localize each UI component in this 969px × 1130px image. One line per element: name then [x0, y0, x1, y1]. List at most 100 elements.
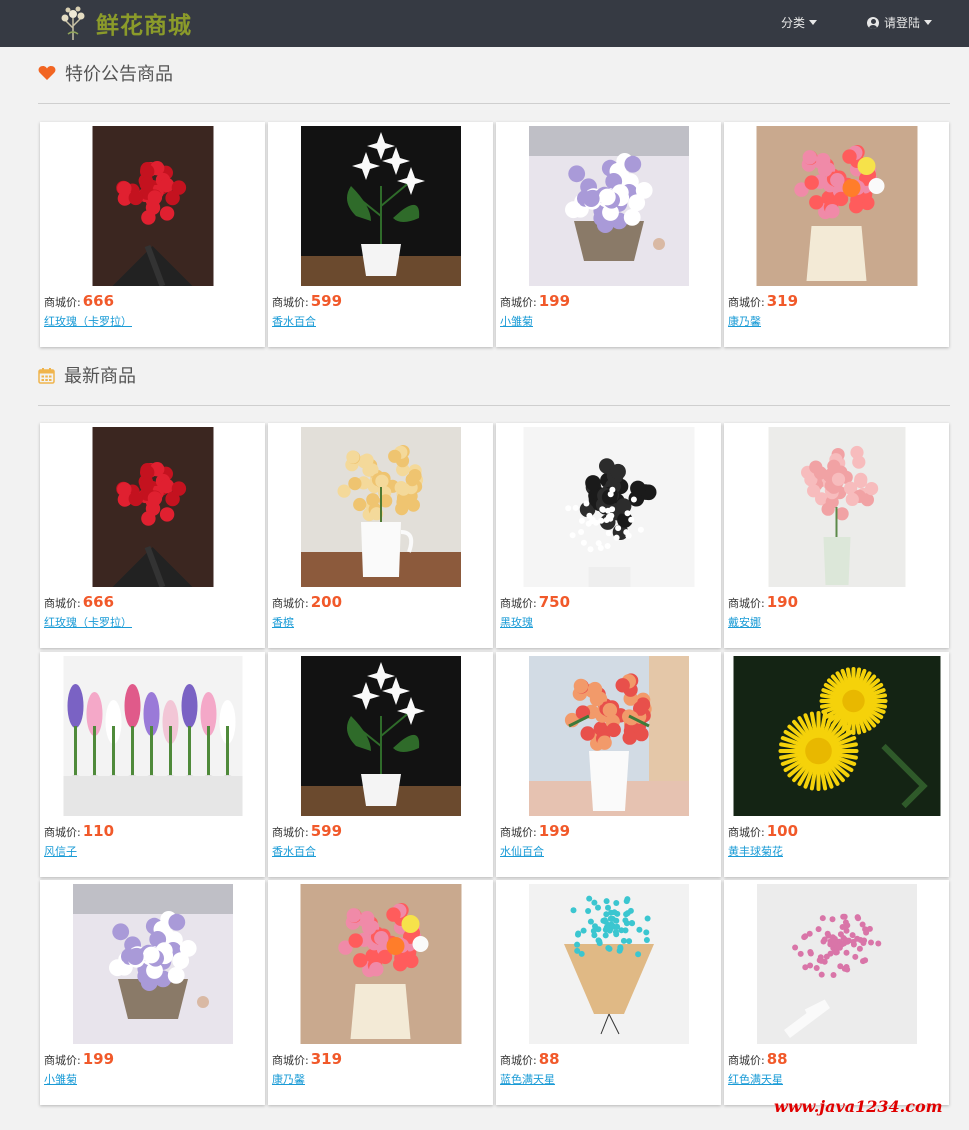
- product-price: 666: [82, 593, 115, 611]
- caret-down-icon: [924, 20, 933, 25]
- price-label: 商城价:: [728, 1054, 765, 1067]
- heart-icon: [38, 66, 56, 80]
- price-row: 商城价: 100: [728, 822, 798, 840]
- latest-divider: [38, 405, 950, 406]
- price-label: 商城价:: [728, 597, 765, 610]
- price-row: 商城价: 199: [500, 292, 570, 310]
- featured-title: 特价公告商品: [65, 64, 173, 85]
- price-label: 商城价:: [728, 296, 765, 309]
- product-image[interactable]: [523, 427, 694, 587]
- price-row: 商城价: 666: [44, 292, 114, 310]
- product-card[interactable]: 商城价: 750 黑玫瑰: [496, 423, 721, 648]
- latest-title: 最新商品: [64, 366, 136, 387]
- category-dropdown[interactable]: 分类: [781, 14, 818, 31]
- brand[interactable]: 鲜花商城: [56, 4, 192, 42]
- product-price: 88: [766, 1050, 788, 1068]
- product-name-link[interactable]: 香水百合: [272, 843, 316, 859]
- login-dropdown[interactable]: 请登陆: [867, 14, 933, 31]
- product-name-link[interactable]: 蓝色满天星: [500, 1071, 555, 1087]
- product-name-link[interactable]: 小雏菊: [44, 1071, 77, 1087]
- product-card[interactable]: 商城价: 199 小雏菊: [40, 880, 265, 1105]
- price-label: 商城价:: [500, 1054, 537, 1067]
- product-card[interactable]: 商城价: 100 黄丰球菊花: [724, 652, 949, 877]
- product-name-link[interactable]: 红玫瑰（卡罗拉）: [44, 313, 132, 329]
- price-row: 商城价: 750: [500, 593, 570, 611]
- price-label: 商城价:: [500, 296, 537, 309]
- latest-section-header: 最新商品: [38, 362, 136, 388]
- product-price: 599: [310, 292, 343, 310]
- product-image[interactable]: [733, 656, 940, 816]
- product-name-link[interactable]: 水仙百合: [500, 843, 544, 859]
- price-label: 商城价:: [272, 296, 309, 309]
- product-name-link[interactable]: 黑玫瑰: [500, 614, 533, 630]
- product-name-link[interactable]: 红玫瑰（卡罗拉）: [44, 614, 132, 630]
- product-image[interactable]: [300, 126, 461, 286]
- product-image[interactable]: [72, 884, 233, 1044]
- product-name-link[interactable]: 小雏菊: [500, 313, 533, 329]
- product-card[interactable]: 商城价: 666 红玫瑰（卡罗拉）: [40, 423, 265, 648]
- calendar-icon: [38, 367, 55, 384]
- product-image[interactable]: [92, 427, 213, 587]
- product-card[interactable]: 商城价: 88 红色满天星: [724, 880, 949, 1105]
- product-card[interactable]: 商城价: 599 香水百合: [268, 652, 493, 877]
- product-image[interactable]: [92, 126, 213, 286]
- price-row: 商城价: 190: [728, 593, 798, 611]
- product-image[interactable]: [528, 656, 689, 816]
- product-price: 599: [310, 822, 343, 840]
- product-card[interactable]: 商城价: 319 康乃馨: [724, 122, 949, 347]
- product-name-link[interactable]: 康乃馨: [272, 1071, 305, 1087]
- product-price: 199: [538, 292, 571, 310]
- navbar: 鲜花商城 分类 请登陆: [0, 0, 969, 47]
- product-name-link[interactable]: 康乃馨: [728, 313, 761, 329]
- product-price: 199: [82, 1050, 115, 1068]
- product-price: 319: [766, 292, 799, 310]
- product-image[interactable]: [528, 126, 689, 286]
- price-row: 商城价: 200: [272, 593, 342, 611]
- featured-divider: [38, 103, 950, 104]
- product-image[interactable]: [300, 884, 461, 1044]
- price-row: 商城价: 110: [44, 822, 114, 840]
- price-row: 商城价: 88: [500, 1050, 560, 1068]
- login-label: 请登陆: [884, 16, 921, 30]
- price-label: 商城价:: [728, 826, 765, 839]
- watermark: www.java1234.com: [774, 1097, 943, 1116]
- price-row: 商城价: 599: [272, 292, 342, 310]
- product-name-link[interactable]: 香槟: [272, 614, 294, 630]
- product-name-link[interactable]: 风信子: [44, 843, 77, 859]
- product-name-link[interactable]: 红色满天星: [728, 1071, 783, 1087]
- product-image[interactable]: [756, 126, 917, 286]
- product-card[interactable]: 商城价: 88 蓝色满天星: [496, 880, 721, 1105]
- product-image[interactable]: [300, 656, 461, 816]
- price-label: 商城价:: [44, 597, 81, 610]
- product-card[interactable]: 商城价: 319 康乃馨: [268, 880, 493, 1105]
- product-card[interactable]: 商城价: 200 香槟: [268, 423, 493, 648]
- flower-logo-icon: [61, 6, 85, 40]
- product-image[interactable]: [63, 656, 242, 816]
- product-name-link[interactable]: 戴安娜: [728, 614, 761, 630]
- product-price: 200: [310, 593, 343, 611]
- product-name-link[interactable]: 黄丰球菊花: [728, 843, 783, 859]
- price-label: 商城价:: [272, 826, 309, 839]
- product-card[interactable]: 商城价: 666 红玫瑰（卡罗拉）: [40, 122, 265, 347]
- product-image[interactable]: [756, 884, 917, 1044]
- product-card[interactable]: 商城价: 199 小雏菊: [496, 122, 721, 347]
- price-row: 商城价: 88: [728, 1050, 788, 1068]
- product-image[interactable]: [300, 427, 461, 587]
- price-row: 商城价: 199: [500, 822, 570, 840]
- product-name-link[interactable]: 香水百合: [272, 313, 316, 329]
- product-price: 190: [766, 593, 799, 611]
- product-card[interactable]: 商城价: 110 风信子: [40, 652, 265, 877]
- product-card[interactable]: 商城价: 190 戴安娜: [724, 423, 949, 648]
- price-label: 商城价:: [500, 597, 537, 610]
- product-card[interactable]: 商城价: 199 水仙百合: [496, 652, 721, 877]
- product-card[interactable]: 商城价: 599 香水百合: [268, 122, 493, 347]
- price-row: 商城价: 319: [272, 1050, 342, 1068]
- price-label: 商城价:: [500, 826, 537, 839]
- product-price: 750: [538, 593, 571, 611]
- product-price: 199: [538, 822, 571, 840]
- price-label: 商城价:: [44, 1054, 81, 1067]
- product-price: 666: [82, 292, 115, 310]
- product-image[interactable]: [528, 884, 689, 1044]
- product-image[interactable]: [768, 427, 905, 587]
- product-price: 319: [310, 1050, 343, 1068]
